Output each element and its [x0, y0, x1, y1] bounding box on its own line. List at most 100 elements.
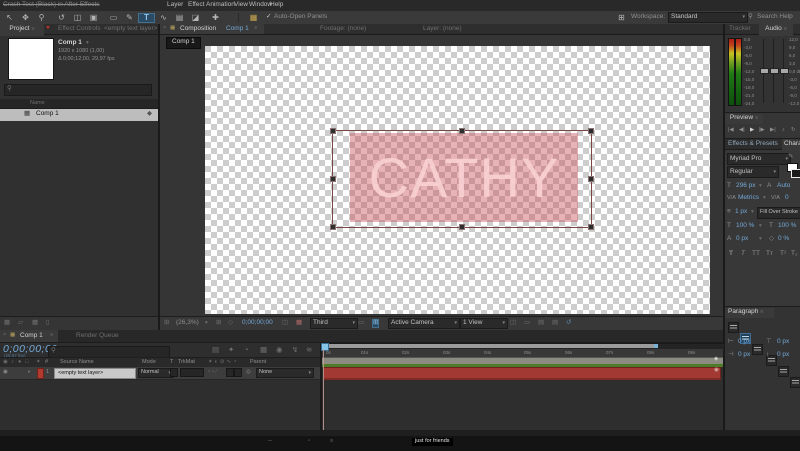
slider-handle-right[interactable]: [780, 68, 789, 74]
panel-toggle-icon[interactable]: ⊞: [614, 14, 629, 22]
handle-top-right[interactable]: [588, 128, 594, 134]
all-caps-button[interactable]: TT: [752, 250, 760, 258]
motion-blur-icon[interactable]: ◉: [276, 346, 283, 354]
audio-mute-button[interactable]: ♪: [782, 127, 785, 134]
layer-row[interactable]: ◉ ▸ 1 <empty text layer> Normal ▾ ▫▫∕ ◎ …: [0, 367, 320, 380]
subscript-button[interactable]: T₁: [791, 250, 797, 258]
tracking-value[interactable]: 0: [785, 194, 789, 202]
layer-video-icon[interactable]: ◉: [3, 369, 8, 376]
play-button[interactable]: ▶: [750, 127, 754, 134]
tab-effects-presets[interactable]: Effects & Presets: [728, 140, 778, 148]
header-t[interactable]: T: [170, 359, 173, 366]
align-right-button[interactable]: [752, 344, 763, 355]
comp-name-caret-icon[interactable]: ▾: [86, 40, 89, 47]
layer-name-box[interactable]: <empty text layer>: [54, 368, 136, 379]
handle-mid-right[interactable]: [588, 176, 594, 182]
snapshot-icon[interactable]: ◫: [282, 319, 288, 327]
audio-menu-icon[interactable]: ≡: [784, 26, 787, 32]
indent-right-value[interactable]: 0 px: [738, 351, 750, 359]
search-help-label[interactable]: Search Help: [757, 13, 793, 21]
tab-timeline-comp[interactable]: × ▦ Comp 1 ≡: [0, 330, 58, 342]
font-style-dropdown[interactable]: Regular ▾: [727, 166, 779, 178]
mask-visibility-icon[interactable]: ◇: [228, 319, 233, 327]
handle-top-center[interactable]: [459, 128, 465, 134]
preview-menu-icon[interactable]: ≡: [755, 115, 758, 121]
tab-character[interactable]: Character: [782, 139, 800, 151]
stroke-width-value[interactable]: 1 px: [735, 208, 747, 216]
eraser-tool-icon[interactable]: ◪: [188, 14, 203, 22]
align-left-button[interactable]: [728, 322, 739, 333]
pen-tool-icon[interactable]: ✎: [122, 14, 137, 22]
magnification-value[interactable]: (26,3%): [176, 319, 199, 327]
leading-value[interactable]: Auto: [777, 182, 790, 190]
baseline-caret-icon[interactable]: ▾: [759, 236, 762, 243]
timeline-menu-icon[interactable]: ≡: [50, 332, 53, 339]
shape-tool-icon[interactable]: ▭: [106, 14, 121, 22]
loop-button[interactable]: ↻: [791, 127, 796, 134]
resolution-dropdown[interactable]: Third ▾: [310, 318, 358, 329]
stroke-width-caret-icon[interactable]: ▾: [751, 209, 754, 216]
brush-tool-icon[interactable]: ∿: [156, 14, 171, 22]
indent-left-value[interactable]: 0 px: [738, 338, 750, 346]
tab-footage[interactable]: Footage: (none): [320, 25, 366, 33]
hide-shy-icon[interactable]: ◔: [244, 346, 249, 354]
last-frame-button[interactable]: ▶|: [770, 127, 776, 134]
navigator-end-handle[interactable]: [654, 344, 658, 348]
small-caps-button[interactable]: Tт: [766, 250, 773, 258]
playhead-line[interactable]: [323, 349, 324, 430]
always-preview-icon[interactable]: ⊞: [164, 319, 169, 327]
tab-preview[interactable]: Preview ≡: [725, 114, 763, 124]
space-before-value[interactable]: 0 px: [777, 351, 789, 359]
tab-project[interactable]: Project ≡: [0, 24, 44, 36]
auto-open-label[interactable]: Auto-Open Panels: [274, 13, 327, 21]
t-switch-box[interactable]: [170, 368, 178, 377]
project-8bpc-icon[interactable]: ▦: [4, 319, 10, 327]
project-item-row[interactable]: ▦ Comp 1 ◆: [0, 109, 158, 121]
parent-dropdown[interactable]: None ▾: [256, 368, 314, 378]
prev-frame-button[interactable]: ◀|: [739, 127, 745, 134]
header-parent[interactable]: Parent: [250, 359, 266, 366]
tab-composition[interactable]: × ▦ Composition Comp 1 ≡: [160, 24, 264, 34]
selection-bounding-box[interactable]: [330, 128, 594, 230]
faux-bold-button[interactable]: T: [729, 250, 733, 258]
layer-expander-icon[interactable]: ▸: [28, 369, 31, 376]
pixel-aspect-icon[interactable]: ◫: [510, 319, 516, 327]
eyedropper-icon[interactable]: ✎: [788, 153, 793, 161]
justify-all-button[interactable]: [790, 377, 800, 388]
blend-mode-dropdown[interactable]: Normal ▾: [138, 368, 174, 378]
stroke-mode-dropdown[interactable]: Fill Over Stroke: [757, 207, 800, 219]
project-name-header[interactable]: Name: [0, 99, 158, 109]
project-item-name[interactable]: Comp 1: [36, 110, 59, 118]
superscript-button[interactable]: T¹: [780, 250, 786, 258]
auto-open-folder-icon[interactable]: ▦: [246, 14, 261, 22]
first-frame-button[interactable]: |◀: [728, 127, 734, 134]
header-trkmat[interactable]: TrkMat: [178, 359, 195, 366]
zoom-tool-icon[interactable]: ⚲: [34, 14, 49, 22]
vertical-scale-value[interactable]: 100 %: [736, 222, 754, 230]
indent-first-value[interactable]: 0 px: [777, 338, 789, 346]
graph-editor-icon[interactable]: ≋: [306, 346, 312, 354]
time-navigator-bar[interactable]: [328, 344, 656, 348]
vertical-scale-caret-icon[interactable]: ▾: [759, 223, 762, 230]
menu-item-animation[interactable]: Animation: [206, 1, 235, 9]
kerning-value[interactable]: Metrics: [738, 194, 759, 202]
channels-icon[interactable]: ▦: [296, 319, 302, 327]
viewer-menu-icon[interactable]: ≡: [254, 25, 257, 32]
hand-tool-icon[interactable]: ✥: [18, 14, 33, 22]
timeline-zoom-out-icon[interactable]: ─: [268, 438, 272, 445]
camera-tool-icon[interactable]: ◫: [70, 14, 85, 22]
viewer-timecode[interactable]: 0;00;00;00: [242, 319, 273, 327]
handle-top-left[interactable]: [330, 128, 336, 134]
rotate-tool-icon[interactable]: ↺: [54, 14, 69, 22]
menu-item-effect[interactable]: Effect: [188, 1, 205, 9]
close-icon[interactable]: ×: [163, 25, 166, 32]
switch-box-1[interactable]: [226, 368, 234, 377]
new-folder-icon[interactable]: ▱: [18, 319, 23, 327]
tab-effect-controls[interactable]: Effect Controls: [58, 25, 101, 33]
panel-menu-icon[interactable]: ≡: [31, 26, 34, 32]
camera-dropdown[interactable]: Active Camera ▾: [388, 318, 460, 329]
region-of-interest-icon[interactable]: ▭: [358, 319, 364, 327]
puppet-pin-tool-icon[interactable]: ✚: [208, 14, 223, 22]
new-comp-icon[interactable]: ▦: [32, 319, 38, 327]
header-number[interactable]: #: [45, 359, 48, 366]
